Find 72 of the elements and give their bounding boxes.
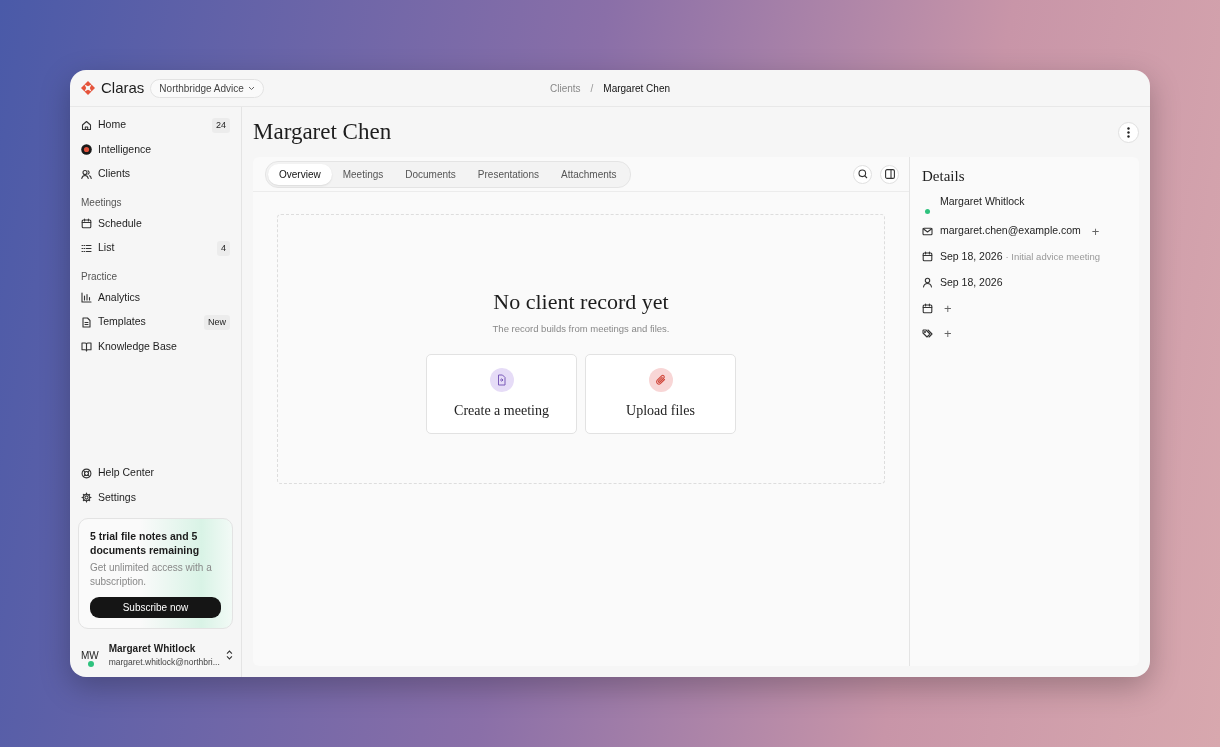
sidebar-item[interactable]: Schedule — [78, 211, 233, 236]
tab[interactable]: Meetings — [331, 163, 395, 185]
logo-icon — [81, 81, 95, 95]
user-name: Margaret Whitlock — [108, 642, 197, 657]
sidebar-item[interactable]: Analytics — [78, 285, 233, 310]
intelligence-icon — [81, 144, 92, 156]
paperclip-icon — [654, 373, 667, 386]
owner-name: Margaret Whitlock — [940, 194, 1025, 210]
count-badge: New — [204, 314, 230, 330]
add-button[interactable]: + — [944, 327, 952, 341]
email-text: margaret.chen@example.com — [940, 223, 1081, 239]
calendar-icon — [81, 218, 92, 230]
tags-icon — [922, 328, 933, 340]
bar-chart-icon — [81, 292, 92, 304]
promo-text: Get unlimited access with a subscription. — [90, 561, 213, 590]
user-email: margaret.whitlock@northbri... — [108, 656, 219, 669]
lifebuoy-icon — [81, 467, 92, 479]
mail-icon — [922, 225, 933, 237]
document-icon — [81, 316, 92, 328]
empty-title: No client record yet — [493, 288, 669, 316]
book-icon — [81, 341, 92, 353]
page-title: Margaret Chen — [253, 117, 392, 146]
subscribe-button[interactable]: Subscribe now — [90, 597, 221, 619]
sidebar-item[interactable]: Home 24 — [78, 113, 233, 138]
details-title: Details — [922, 167, 966, 186]
tab[interactable]: Attachments — [550, 163, 628, 185]
panel-toggle-button[interactable] — [880, 164, 899, 184]
count-badge: 4 — [217, 240, 230, 256]
person-icon — [922, 276, 933, 288]
meeting-note: · Initial advice meeting — [1005, 249, 1100, 264]
sidebar-item[interactable]: Templates New — [78, 310, 233, 335]
chevron-down-icon — [247, 85, 255, 91]
sidebar-item[interactable]: Settings — [78, 485, 233, 510]
people-icon — [81, 168, 92, 180]
search-button[interactable] — [853, 164, 872, 184]
tab[interactable]: Overview — [268, 163, 332, 185]
workspace-switcher[interactable]: Northbridge Advice — [150, 78, 264, 98]
settings-icon — [81, 492, 92, 504]
sidebar-item[interactable]: Intelligence — [78, 137, 233, 162]
document-icon — [496, 373, 507, 386]
add-button[interactable]: + — [1091, 224, 1100, 238]
brand-name: Claras — [101, 77, 145, 98]
sidebar-item[interactable]: Help Center — [78, 460, 233, 486]
sidebar-item[interactable]: List 4 — [78, 236, 233, 261]
home-icon — [81, 119, 92, 131]
breadcrumb-separator: / — [590, 81, 594, 96]
more-icon — [1127, 126, 1130, 138]
sidebar-item[interactable]: Knowledge Base — [78, 334, 233, 359]
empty-text: The record builds from meetings and files. — [492, 322, 670, 336]
date-text: Sep 18, 2026 — [940, 248, 1003, 264]
calendar-icon — [922, 302, 933, 314]
status-dot — [925, 208, 930, 214]
action-card[interactable]: Upload files — [585, 354, 736, 435]
list-icon — [81, 242, 92, 254]
sidebar-icon — [884, 169, 895, 179]
date-text: Sep 18, 2026 — [940, 274, 1003, 290]
more-button[interactable] — [1118, 121, 1139, 143]
section-heading: Practice — [80, 269, 119, 284]
avatar-initials: MW — [81, 649, 99, 661]
search-icon — [857, 169, 868, 179]
calendar-icon — [922, 251, 933, 263]
tab[interactable]: Presentations — [466, 163, 550, 185]
promo-title: 5 trial file notes and 5 documents remaining — [90, 528, 201, 558]
breadcrumb-current: Margaret Chen — [603, 81, 671, 96]
chevron-updown-icon[interactable] — [226, 650, 233, 661]
count-badge: 24 — [212, 117, 230, 133]
action-card[interactable]: Create a meeting — [426, 354, 577, 435]
tab[interactable]: Documents — [394, 163, 467, 185]
section-heading: Meetings — [80, 195, 123, 210]
breadcrumb-link[interactable]: Clients — [549, 80, 581, 96]
sidebar-item[interactable]: Clients — [78, 162, 233, 187]
add-button[interactable]: + — [944, 301, 952, 315]
